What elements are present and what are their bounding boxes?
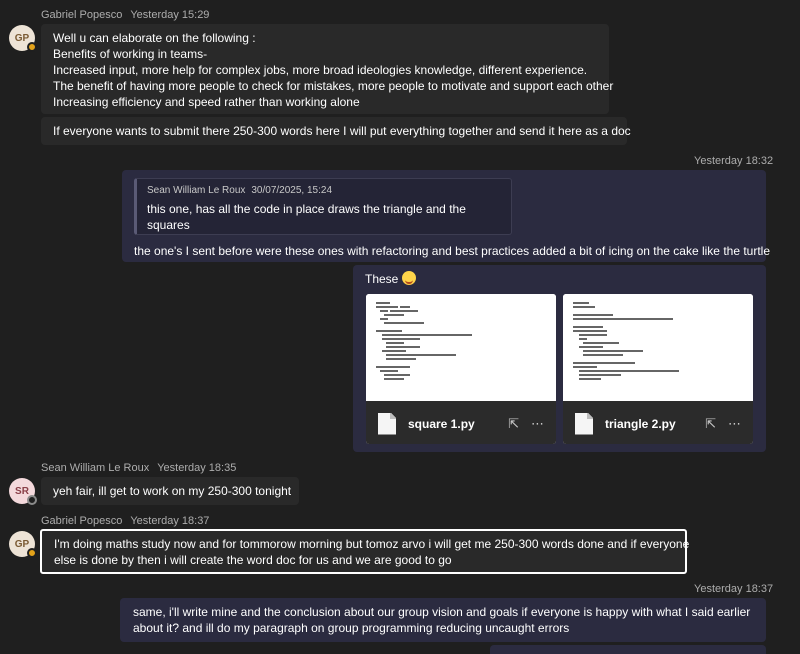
quoted-reply[interactable]: Sean William Le Roux 30/07/2025, 15:24 th… [134, 178, 512, 235]
message-bubble[interactable]: If everyone wants to submit there 250-30… [41, 117, 631, 145]
more-options-icon[interactable]: ⋯ [728, 416, 741, 432]
message-line: The benefit of having more people to che… [53, 79, 614, 93]
message-header: Gabriel Popesco Yesterday 18:37 [41, 515, 209, 527]
message-bubble-partial [490, 645, 766, 654]
quote-line: this one, has all the code in place draw… [147, 202, 466, 216]
file-preview [563, 294, 753, 401]
message-bubble[interactable]: same, i'll write mine and the conclusion… [120, 598, 766, 642]
timestamp: Yesterday 18:35 [157, 462, 237, 474]
sender-name[interactable]: Gabriel Popesco [41, 515, 122, 527]
message-line: about it? and ill do my paragraph on gro… [133, 621, 570, 635]
message-line: the one's I sent before were these ones … [134, 244, 771, 258]
quote-line: squares [147, 218, 190, 232]
message-header: Gabriel Popesco Yesterday 15:29 [41, 9, 209, 21]
message-text: These [365, 271, 754, 293]
away-status-icon [27, 42, 37, 52]
timestamp: Yesterday 18:37 [694, 583, 774, 595]
timestamp: Yesterday 15:29 [130, 9, 210, 21]
away-status-icon [27, 548, 37, 558]
quote-time: 30/07/2025, 15:24 [251, 185, 333, 196]
message-line: else is done by then i will create the w… [54, 553, 452, 567]
avatar-sean[interactable]: SR [9, 478, 37, 505]
offline-status-icon [27, 495, 37, 505]
python-file-icon [575, 412, 593, 435]
sender-name[interactable]: Gabriel Popesco [41, 9, 122, 21]
quote-sender: Sean William Le Roux [147, 185, 246, 196]
quote-text: this one, has all the code in place draw… [147, 201, 501, 233]
message-bubble[interactable]: yeh fair, ill get to work on my 250-300 … [41, 477, 299, 505]
grinning-face-emoji [402, 271, 417, 285]
python-file-icon [378, 412, 396, 435]
message-text: the one's I sent before were these ones … [134, 243, 771, 259]
timestamp: Yesterday 18:37 [130, 515, 210, 527]
file-footer: triangle 2.py ⇱ ⋯ [563, 401, 753, 444]
more-options-icon[interactable]: ⋯ [531, 416, 544, 432]
file-attachment-square[interactable]: square 1.py ⇱ ⋯ [366, 294, 556, 444]
message-line: These [365, 272, 399, 286]
share-icon[interactable]: ⇱ [705, 416, 716, 432]
avatar-gabriel[interactable]: GP [9, 25, 37, 52]
file-name[interactable]: square 1.py [408, 417, 496, 431]
file-preview [366, 294, 556, 401]
message-line: Increased input, more help for complex j… [53, 63, 588, 77]
message-header: Sean William Le Roux Yesterday 18:35 [41, 462, 236, 474]
message-bubble-selected[interactable]: I'm doing maths study now and for tommor… [40, 529, 690, 574]
quote-header: Sean William Le Roux 30/07/2025, 15:24 [147, 183, 501, 199]
message-line: same, i'll write mine and the conclusion… [133, 605, 751, 619]
message-text: If everyone wants to submit there 250-30… [53, 124, 631, 138]
file-name[interactable]: triangle 2.py [605, 417, 693, 431]
message-line: I'm doing maths study now and for tommor… [54, 537, 690, 551]
message-bubble[interactable]: Well u can elaborate on the following : … [41, 24, 614, 114]
message-line: Increasing efficiency and speed rather t… [53, 95, 360, 109]
timestamp: Yesterday 18:32 [694, 155, 774, 167]
file-attachment-triangle[interactable]: triangle 2.py ⇱ ⋯ [563, 294, 753, 444]
message-line: Well u can elaborate on the following : [53, 31, 256, 45]
sender-name[interactable]: Sean William Le Roux [41, 462, 149, 474]
file-footer: square 1.py ⇱ ⋯ [366, 401, 556, 444]
message-text: yeh fair, ill get to work on my 250-300 … [53, 484, 292, 498]
share-icon[interactable]: ⇱ [508, 416, 519, 432]
avatar-gabriel[interactable]: GP [9, 531, 37, 558]
message-bubble[interactable]: Sean William Le Roux 30/07/2025, 15:24 th… [122, 170, 771, 262]
message-line: Benefits of working in teams- [53, 47, 208, 61]
